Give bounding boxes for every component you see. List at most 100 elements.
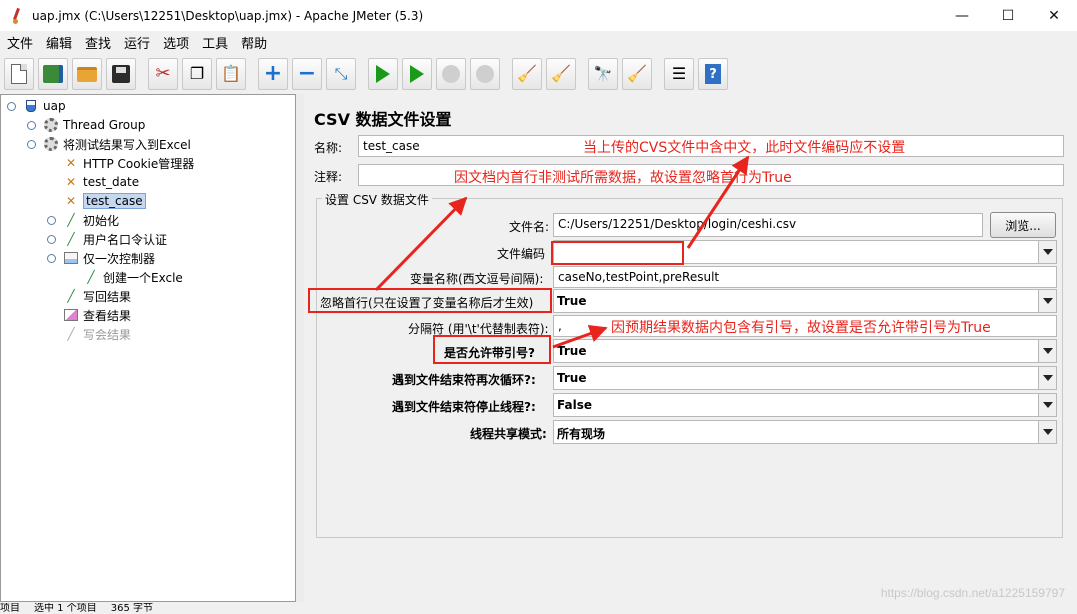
varnames-input[interactable]: caseNo,testPoint,preResult: [553, 266, 1057, 288]
pipette-icon: ╱: [67, 213, 75, 227]
minimize-button[interactable]: —: [939, 0, 985, 31]
chevron-down-icon[interactable]: [1038, 394, 1056, 416]
wrench-icon: ✕: [65, 175, 77, 189]
open-button[interactable]: [72, 58, 102, 90]
start-button[interactable]: [368, 58, 398, 90]
shutdown-icon: [476, 65, 494, 83]
stop-icon: [442, 65, 460, 83]
function-helper-button[interactable]: ☰: [664, 58, 694, 90]
tree-node-uap[interactable]: uap: [23, 97, 66, 115]
annotation-box-encoding: [551, 241, 684, 265]
tree-node-thread-group[interactable]: Thread Group: [43, 116, 145, 134]
chevron-down-icon[interactable]: [1038, 340, 1056, 362]
cut-button[interactable]: ✂: [148, 58, 178, 90]
menu-search[interactable]: 查找: [78, 33, 117, 52]
paste-button[interactable]: 📋: [216, 58, 246, 90]
tree-node-write-back[interactable]: ╱ 写回结果: [63, 287, 131, 305]
annotation-text-encoding: 当上传的CVS文件中含中文，此时文件编码应不设置: [583, 140, 906, 156]
save-button[interactable]: [106, 58, 136, 90]
menu-tools[interactable]: 工具: [195, 33, 234, 52]
quoted-value: True: [557, 344, 587, 358]
menu-file[interactable]: 文件: [0, 33, 39, 52]
paste-icon: 📋: [221, 64, 241, 83]
tree-node-cookie-manager[interactable]: ✕ HTTP Cookie管理器: [63, 154, 194, 172]
share-mode-value: 所有现场: [557, 427, 606, 441]
tree-toggle-root[interactable]: [7, 102, 16, 111]
clear-button[interactable]: 🧹: [512, 58, 542, 90]
tree-node-create-excel[interactable]: ╱ 创建一个Excle: [83, 268, 183, 286]
reset-search-button[interactable]: 🧹: [622, 58, 652, 90]
copy-icon: ❐: [189, 64, 205, 83]
jmeter-window: uap.jmx (C:\Users\12251\Desktop\uap.jmx)…: [0, 0, 1077, 614]
window-title: uap.jmx (C:\Users\12251\Desktop\uap.jmx)…: [32, 8, 424, 23]
collapse-button[interactable]: −: [292, 58, 322, 90]
browse-button[interactable]: 浏览...: [990, 212, 1056, 238]
wrench-icon: ✕: [65, 194, 77, 208]
pipette-icon: ╱: [67, 232, 75, 246]
share-mode-select[interactable]: 所有现场: [553, 420, 1057, 444]
name-label: 名称:: [314, 141, 343, 155]
tree-node-init[interactable]: ╱ 初始化: [63, 211, 119, 229]
status-selected: 选中 1 个项目: [34, 603, 97, 614]
quoted-select[interactable]: True: [553, 339, 1057, 363]
annotation-box-quoted: [433, 335, 551, 364]
copy-button[interactable]: ❐: [182, 58, 212, 90]
tree-node-auth[interactable]: ╱ 用户名口令认证: [63, 230, 167, 248]
tree-label: 将测试结果写入到Excel: [63, 137, 191, 152]
search-button[interactable]: 🔭: [588, 58, 618, 90]
help-icon: ?: [705, 64, 721, 84]
tree-toggle-thread-group[interactable]: [27, 121, 36, 130]
varnames-label: 变量名称(西文逗号间隔):: [410, 272, 544, 286]
tree-node-test-date[interactable]: ✕ test_date: [63, 173, 139, 191]
ignore-first-value: True: [557, 294, 587, 308]
splitter[interactable]: [296, 94, 304, 602]
pipette-disabled-icon: ╱: [67, 327, 75, 341]
tree-node-once-controller[interactable]: 仅一次控制器: [63, 249, 155, 267]
tree-node-test-case[interactable]: ✕ test_case: [63, 192, 146, 210]
chevron-down-icon[interactable]: [1038, 290, 1056, 312]
tree-node-write-results[interactable]: ╱ 写会结果: [63, 325, 131, 343]
tree-label: uap: [43, 99, 66, 113]
stop-button[interactable]: [436, 58, 466, 90]
ignore-first-select[interactable]: True: [553, 289, 1057, 313]
menu-run[interactable]: 运行: [117, 33, 156, 52]
broom-all-icon: 🧹: [551, 64, 571, 83]
tree-toggle-excel-writer[interactable]: [27, 140, 36, 149]
tree-label: 创建一个Excle: [103, 270, 183, 285]
recycle-select[interactable]: True: [553, 366, 1057, 390]
tree-toggle-once-controller[interactable]: [47, 254, 56, 263]
stop-thread-select[interactable]: False: [553, 393, 1057, 417]
chevron-down-icon[interactable]: [1038, 241, 1056, 263]
status-size: 365 字节: [110, 603, 153, 614]
tree-toggle-auth[interactable]: [47, 235, 56, 244]
shutdown-button[interactable]: [470, 58, 500, 90]
chevron-down-icon[interactable]: [1038, 421, 1056, 443]
filename-label: 文件名:: [509, 220, 550, 234]
expand-button[interactable]: +: [258, 58, 288, 90]
close-button[interactable]: ✕: [1031, 0, 1077, 31]
gear-icon: [43, 117, 59, 133]
clear-all-button[interactable]: 🧹: [546, 58, 576, 90]
start-no-pause-button[interactable]: [402, 58, 432, 90]
tree-node-excel-writer[interactable]: 将测试结果写入到Excel: [43, 135, 191, 153]
help-button[interactable]: ?: [698, 58, 728, 90]
broom-icon: 🧹: [517, 64, 537, 83]
stop-thread-label: 遇到文件结束符停止线程?:: [392, 400, 536, 414]
templates-button[interactable]: [38, 58, 68, 90]
group-title: 设置 CSV 数据文件: [322, 191, 432, 208]
filename-input[interactable]: C:/Users/12251/Desktop/login/ceshi.csv: [553, 213, 983, 237]
toggle-button[interactable]: ⤡: [326, 58, 356, 90]
scissors-icon: ✂: [155, 63, 171, 84]
menu-bar: 文件 编辑 查找 运行 选项 工具 帮助: [0, 31, 1077, 53]
chevron-down-icon[interactable]: [1038, 367, 1056, 389]
share-mode-label: 线程共享模式:: [470, 427, 547, 441]
tree-node-view-results[interactable]: 查看结果: [63, 306, 131, 324]
new-button[interactable]: [4, 58, 34, 90]
menu-edit[interactable]: 编辑: [39, 33, 78, 52]
menu-options[interactable]: 选项: [156, 33, 195, 52]
broom-search-icon: 🧹: [627, 64, 647, 83]
tree-label: HTTP Cookie管理器: [83, 156, 195, 171]
tree-toggle-init[interactable]: [47, 216, 56, 225]
menu-help[interactable]: 帮助: [234, 33, 273, 52]
maximize-button[interactable]: ☐: [985, 0, 1031, 31]
